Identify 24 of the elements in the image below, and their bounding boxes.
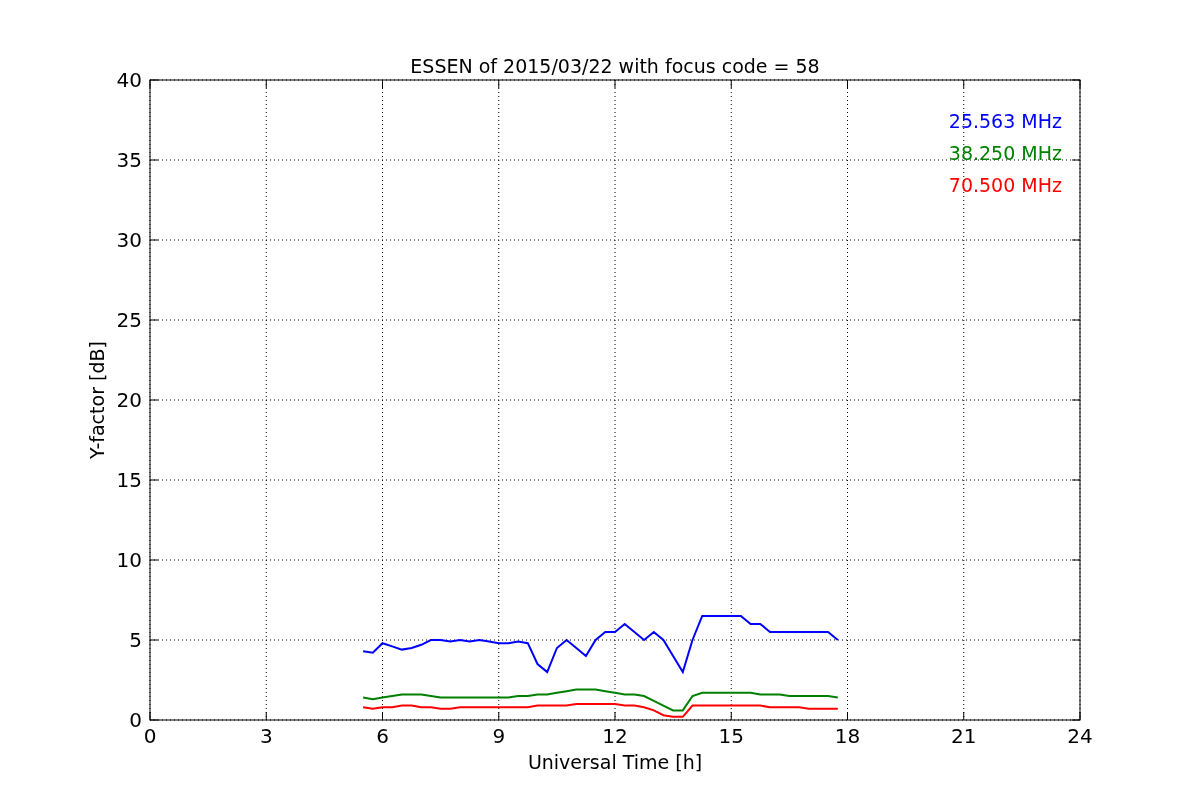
axis-tick-label: 20	[116, 388, 142, 412]
legend-label: 38.250 MHz	[948, 142, 1062, 164]
axis-tick-label: 3	[259, 724, 273, 748]
axis-tick-label: 15	[718, 724, 744, 748]
axis-tick-label: 0	[143, 724, 157, 748]
x-axis-label: Universal Time [h]	[527, 751, 703, 773]
axis-tick-label: 15	[116, 468, 142, 492]
chart-title: ESSEN of 2015/03/22 with focus code = 58	[410, 55, 820, 77]
axis-tick-label: 12	[602, 724, 628, 748]
axis-tick-label: 35	[116, 148, 142, 172]
axis-tick-label: 40	[116, 68, 142, 92]
axis-tick-label: 6	[376, 724, 389, 748]
axis-tick-label: 5	[129, 628, 142, 652]
axis-tick-label: 18	[834, 724, 861, 748]
axis-tick-label: 24	[1067, 724, 1093, 748]
axis-tick-label: 9	[492, 724, 506, 748]
legend-label: 25.563 MHz	[948, 110, 1062, 132]
axis-tick-label: 21	[951, 724, 977, 748]
legend-label: 70.500 MHz	[948, 174, 1062, 196]
axis-tick-label: 0	[129, 708, 142, 732]
y-axis-label: Y-factor [dB]	[86, 341, 108, 459]
axis-tick-label: 30	[116, 228, 142, 252]
axis-tick-label: 25	[116, 308, 142, 332]
axis-tick-label: 10	[116, 548, 142, 572]
